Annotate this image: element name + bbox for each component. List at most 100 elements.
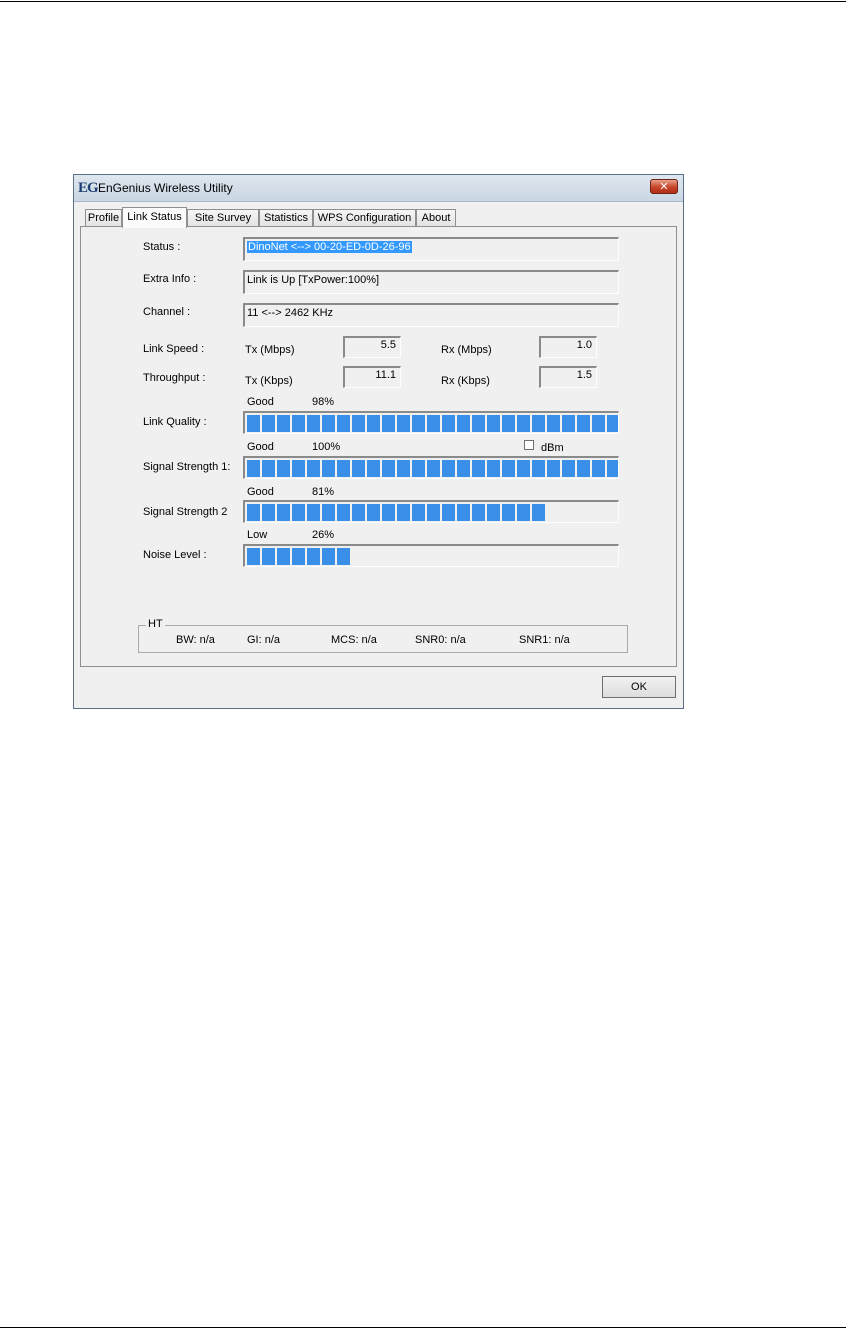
signal-strength-1-quality: Good [247,441,274,453]
level-segment [247,504,260,521]
level-segment [292,460,305,477]
level-segment [412,460,425,477]
link-speed-rx-field[interactable]: 1.0 [539,336,597,358]
dbm-checkbox[interactable] [524,440,534,450]
throughput-rx-value: 1.5 [576,369,592,381]
link-quality-percent: 98% [312,396,335,408]
level-segment [307,548,320,565]
signal-strength-1-percent: 100% [312,441,341,453]
noise-level-percent: 26% [312,529,335,541]
app-logo-icon: EG [78,180,99,196]
level-segment [427,415,440,432]
link-speed-tx-field[interactable]: 5.5 [343,336,401,358]
level-segment [487,415,500,432]
noise-level-quality: Low [247,529,268,541]
tab-label: Statistics [263,212,308,224]
throughput-rx-field[interactable]: 1.5 [539,366,597,388]
throughput-rx-label: Rx (Kbps) [441,375,490,387]
level-segment [367,460,380,477]
close-button[interactable]: ✕ [650,179,678,194]
tab-statistics[interactable]: Statistics [259,209,313,226]
level-segment [247,415,260,432]
level-segment [322,504,335,521]
level-segment [532,415,545,432]
level-segment [262,415,275,432]
tab-label: Site Survey [194,212,252,224]
ht-groupbox: HT BW: n/a GI: n/a MCS: n/a SNR0: n/a SN… [138,618,628,653]
level-segment [322,460,335,477]
tab-link-status[interactable]: Link Status [122,207,187,228]
level-segment [382,504,395,521]
status-value: DinoNet <--> 00-20-ED-0D-26-96 [247,241,412,253]
level-segment [472,415,485,432]
level-segment [352,460,365,477]
title-bar[interactable]: EG EnGenius Wireless Utility ✕ [74,175,683,202]
level-segment [562,460,575,477]
signal-strength-2-percent: 81% [312,486,335,498]
level-segment [472,504,485,521]
level-segment [607,460,618,477]
level-segment [427,504,440,521]
tab-about[interactable]: About [416,209,456,226]
signal-strength-1-fill [247,460,618,477]
level-segment [472,460,485,477]
dbm-label: dBm [541,442,564,454]
level-segment [262,460,275,477]
link-quality-label: Link Quality : [143,416,207,428]
level-segment [262,548,275,565]
throughput-tx-field[interactable]: 11.1 [343,366,401,388]
channel-value: 11 <--> 2462 KHz [247,307,334,319]
level-segment [367,504,380,521]
channel-field[interactable]: 11 <--> 2462 KHz [243,303,619,327]
noise-level-label: Noise Level : [143,549,207,561]
level-segment [547,460,560,477]
link-speed-tx-label: Tx (Mbps) [245,344,295,356]
level-segment [367,415,380,432]
ht-snr1: SNR1: n/a [519,634,570,646]
link-speed-label: Link Speed : [143,343,205,355]
level-segment [277,548,290,565]
level-segment [307,460,320,477]
page-bottom-rule [0,1327,846,1328]
level-segment [457,415,470,432]
level-segment [292,504,305,521]
tab-label: WPS Configuration [317,212,412,224]
page-top-rule [0,1,846,2]
ht-legend: HT [146,618,165,630]
tab-label: Link Status [127,211,182,223]
level-segment [397,415,410,432]
level-segment [517,504,530,521]
level-segment [337,548,350,565]
extra-info-field[interactable]: Link is Up [TxPower:100%] [243,270,619,294]
signal-strength-1-bar [243,456,619,479]
signal-strength-1-label: Signal Strength 1: [143,461,231,473]
link-speed-rx-label: Rx (Mbps) [441,344,492,356]
level-segment [382,415,395,432]
utility-window: EG EnGenius Wireless Utility ✕ Profile L… [73,174,684,709]
level-segment [397,460,410,477]
level-segment [292,548,305,565]
throughput-label: Throughput : [143,372,206,384]
ht-bw: BW: n/a [176,634,215,646]
level-segment [352,504,365,521]
level-segment [352,415,365,432]
tab-profile[interactable]: Profile [85,209,122,226]
level-segment [307,415,320,432]
link-quality-fill [247,415,618,432]
status-field[interactable]: DinoNet <--> 00-20-ED-0D-26-96 [243,237,619,261]
link-quality-bar [243,411,619,434]
level-segment [487,460,500,477]
level-segment [532,504,545,521]
signal-strength-2-fill [247,504,547,521]
ok-button[interactable]: OK [602,676,676,698]
tab-site-survey[interactable]: Site Survey [187,209,259,226]
level-segment [457,504,470,521]
level-segment [607,415,618,432]
level-segment [322,548,335,565]
tab-wps-configuration[interactable]: WPS Configuration [313,209,416,226]
level-segment [457,460,470,477]
level-segment [412,415,425,432]
noise-level-bar [243,544,619,567]
level-segment [532,460,545,477]
level-segment [442,460,455,477]
